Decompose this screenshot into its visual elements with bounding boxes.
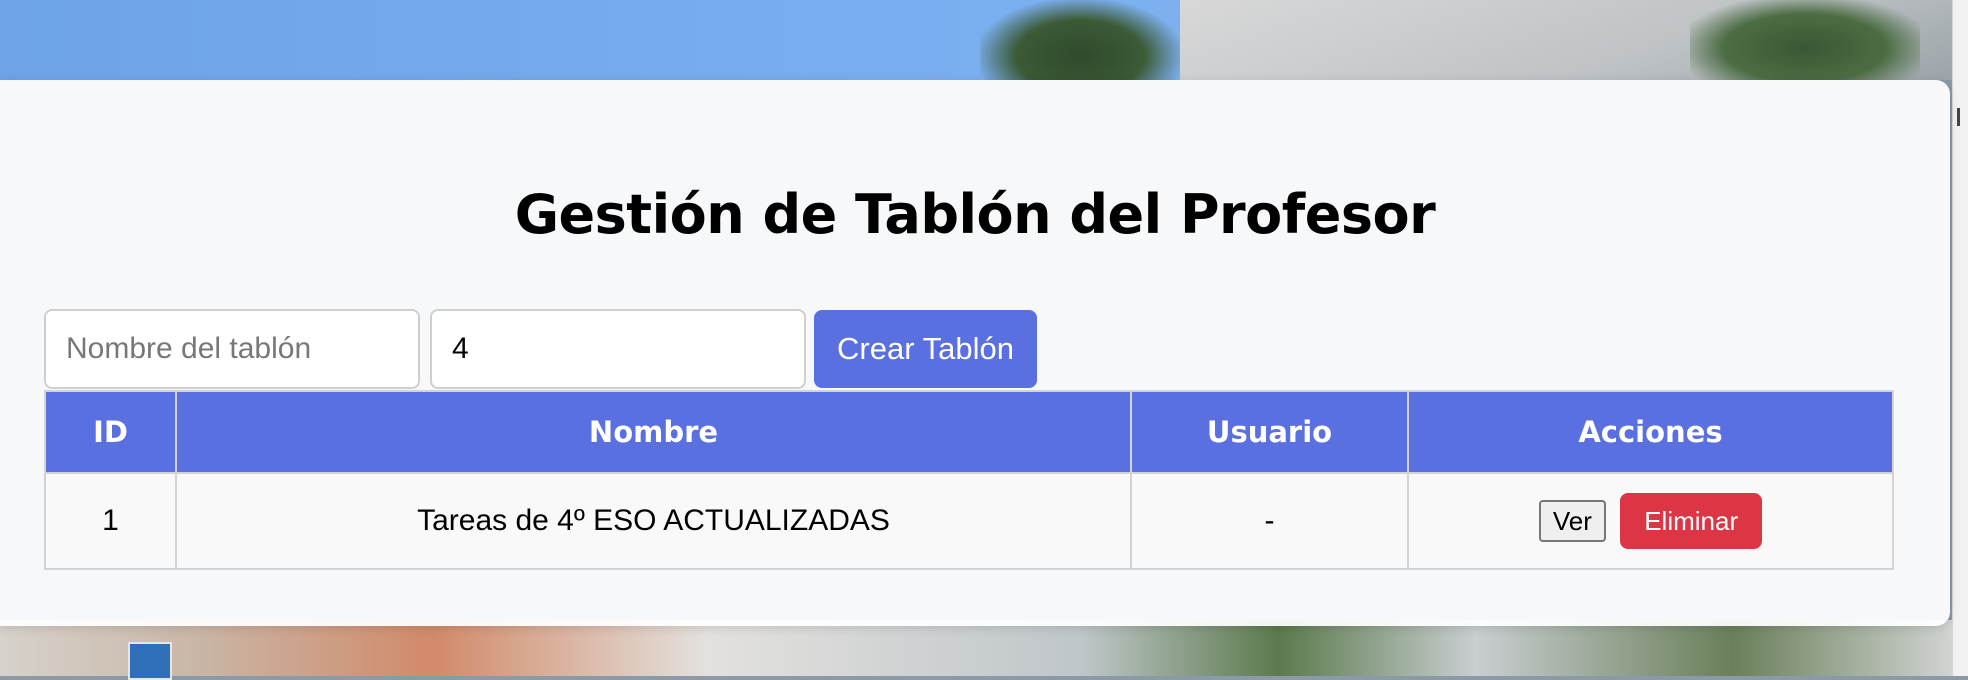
create-board-button[interactable]: Crear Tablón	[814, 310, 1037, 388]
column-header-name: Nombre	[175, 390, 1132, 474]
boards-table: ID Nombre Usuario Acciones 1 Tareas de 4…	[44, 390, 1894, 570]
cell-name: Tareas de 4º ESO ACTUALIZADAS	[175, 472, 1132, 570]
background-street	[0, 620, 1968, 676]
table-header-row: ID Nombre Usuario Acciones	[44, 390, 1894, 474]
background-tree	[980, 0, 1180, 80]
view-button[interactable]: Ver	[1538, 500, 1606, 542]
background-sign	[128, 642, 172, 680]
board-name-input[interactable]	[44, 309, 420, 389]
cell-actions: Ver Eliminar	[1407, 472, 1894, 570]
cell-user: -	[1130, 472, 1409, 570]
background-tree	[1690, 0, 1920, 80]
column-header-actions: Acciones	[1407, 390, 1894, 474]
user-id-input[interactable]	[430, 309, 806, 389]
board-management-panel: Gestión de Tablón del Profesor Crear Tab…	[0, 80, 1950, 626]
column-header-id: ID	[44, 390, 177, 474]
delete-button[interactable]: Eliminar	[1620, 493, 1763, 549]
cell-id: 1	[44, 472, 177, 570]
table-row: 1 Tareas de 4º ESO ACTUALIZADAS - Ver El…	[44, 472, 1894, 570]
column-header-user: Usuario	[1130, 390, 1409, 474]
adjacent-window-edge	[1952, 0, 1968, 676]
page-title: Gestión de Tablón del Profesor	[514, 183, 1436, 246]
